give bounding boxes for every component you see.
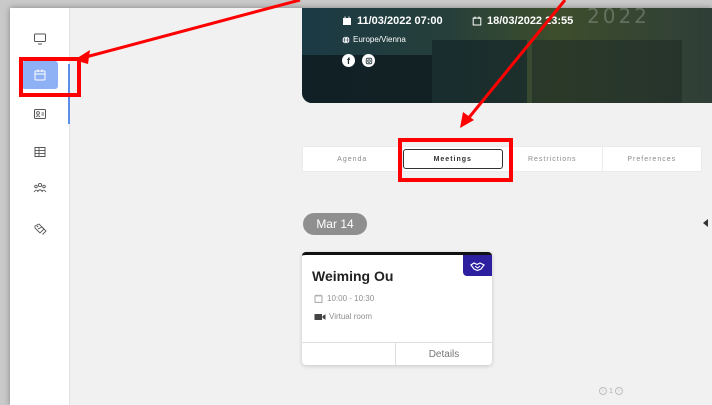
meeting-location-text: Virtual room	[329, 312, 372, 321]
calendar-outline-icon	[472, 16, 482, 26]
monitor-icon	[34, 33, 46, 45]
sidebar-item-table[interactable]	[22, 138, 58, 166]
meeting-location: Virtual room	[314, 312, 372, 321]
facebook-icon[interactable]: f	[342, 54, 355, 67]
people-icon	[33, 182, 47, 193]
meeting-card[interactable]: Weiming Ou 10:00 - 10:30 Virtual room De…	[302, 252, 492, 365]
event-end: 18/03/2022 23:55	[472, 15, 573, 27]
meeting-card-footer: Details	[302, 342, 492, 365]
current-page: 1	[609, 387, 613, 395]
details-button[interactable]: Details	[396, 343, 492, 365]
annotation-box-calendar	[19, 57, 81, 97]
sidebar-item-contacts[interactable]	[22, 100, 58, 128]
handshake-icon	[470, 261, 485, 271]
tab-preferences[interactable]: Preferences	[603, 147, 702, 171]
timezone-label: Europe/Vienna	[353, 35, 406, 44]
date-group-label: Mar 14	[303, 213, 367, 235]
contact-card-icon	[34, 109, 46, 119]
event-start: 11/03/2022 07:00	[342, 15, 443, 27]
table-icon	[34, 147, 46, 157]
tab-restrictions[interactable]: Restrictions	[503, 147, 603, 171]
collapse-arrow-icon[interactable]	[703, 219, 708, 227]
event-timezone: Europe/Vienna	[342, 35, 406, 44]
video-camera-icon	[314, 313, 326, 320]
tab-agenda[interactable]: Agenda	[303, 147, 403, 171]
meeting-type-badge	[463, 255, 492, 276]
sidebar-item-people[interactable]	[22, 174, 58, 202]
sidebar-item-monitor[interactable]	[22, 25, 58, 53]
meeting-time: 10:00 - 10:30	[314, 294, 374, 303]
screenshot-frame: 2022 11/03/2022 07:00 18/03/2022 23:55 E…	[0, 0, 712, 405]
event-end-datetime: 18/03/2022 23:55	[487, 15, 574, 27]
event-start-datetime: 11/03/2022 07:00	[357, 15, 443, 27]
banner-year-watermark: 2022	[587, 8, 650, 28]
calendar-icon	[343, 16, 351, 25]
prev-page-icon[interactable]: ‹	[599, 387, 607, 395]
globe-icon	[342, 35, 350, 44]
meeting-participant-name: Weiming Ou	[312, 268, 394, 284]
sidebar-item-tags[interactable]	[22, 215, 58, 243]
event-banner: 2022 11/03/2022 07:00 18/03/2022 23:55 E…	[302, 8, 712, 103]
app-page: 2022 11/03/2022 07:00 18/03/2022 23:55 E…	[10, 8, 712, 405]
pagination: ‹ 1 ›	[597, 387, 625, 395]
annotation-box-meetings	[398, 138, 513, 182]
next-page-icon[interactable]: ›	[614, 387, 623, 395]
meeting-time-text: 10:00 - 10:30	[327, 294, 375, 303]
calendar-icon	[314, 294, 323, 303]
tags-icon	[34, 223, 47, 235]
instagram-icon[interactable]	[362, 54, 375, 67]
